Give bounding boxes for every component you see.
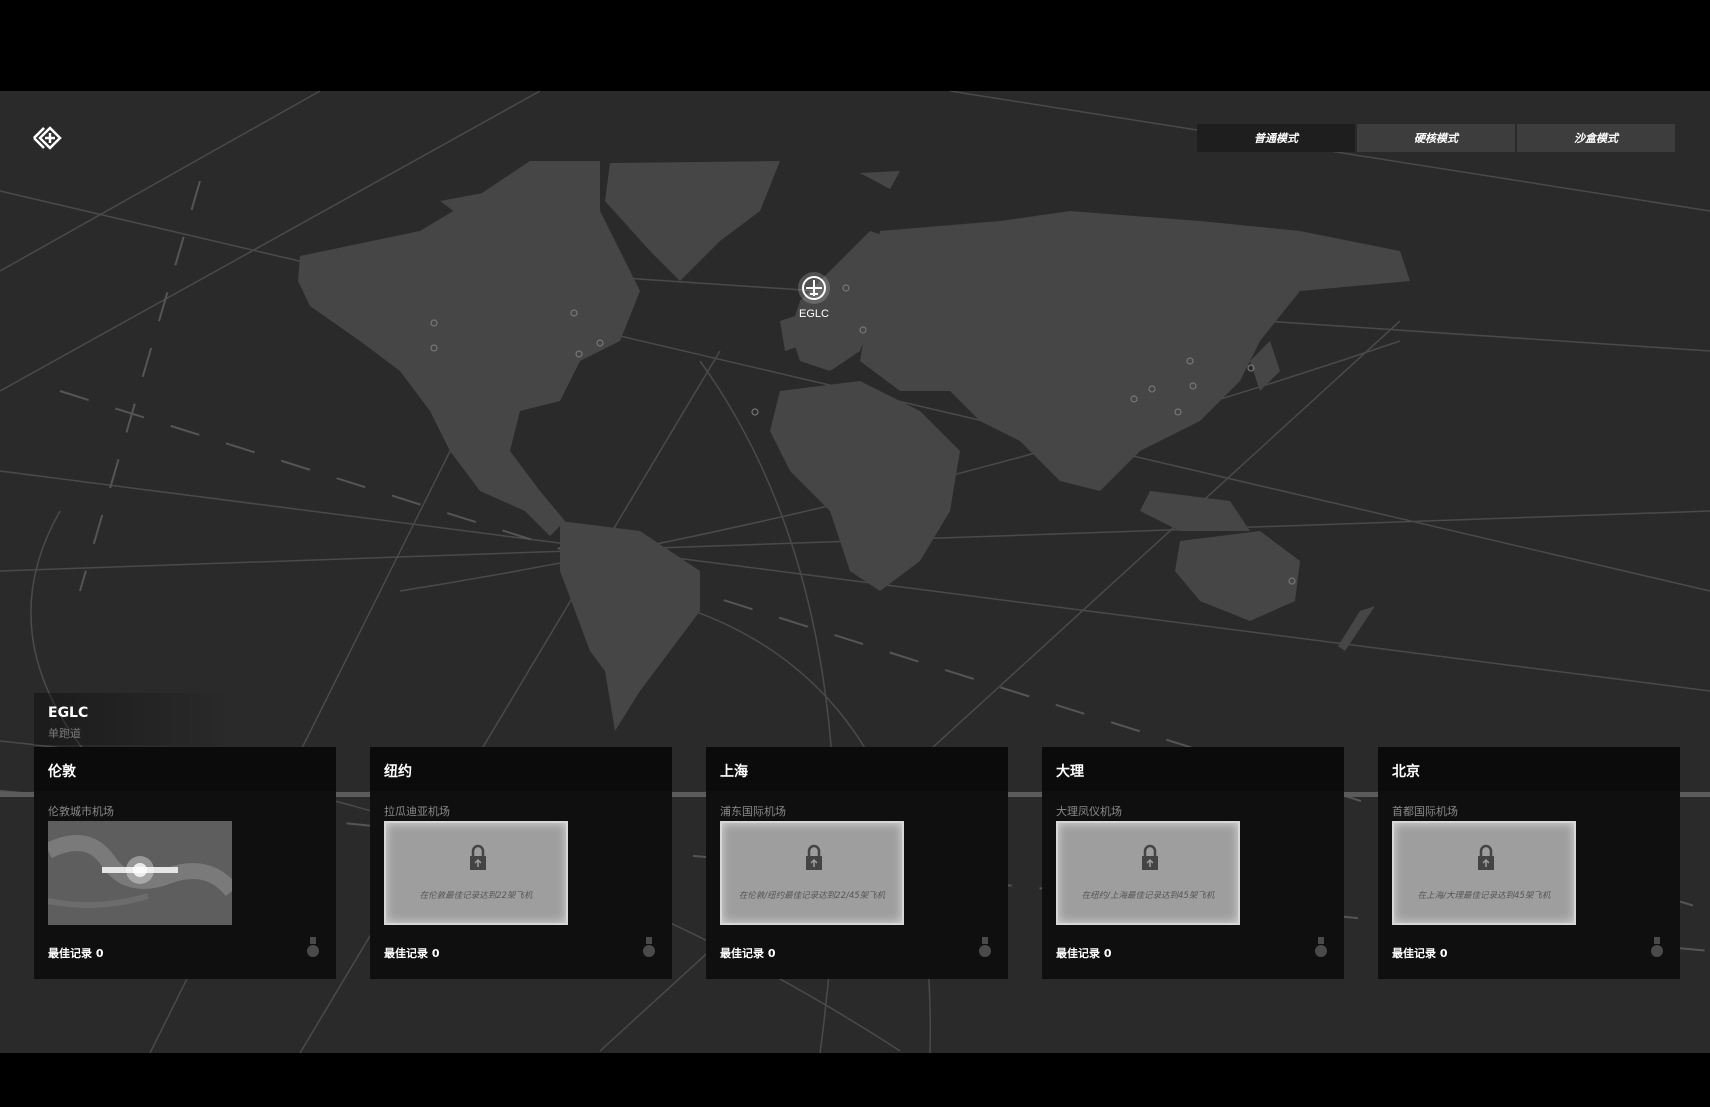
landmass-australia [1175, 531, 1300, 621]
mode-hardcore-button[interactable]: 硬核模式 [1357, 124, 1515, 152]
landmass-greenland [605, 161, 780, 281]
best-record: 最佳记录 0 [1056, 947, 1112, 960]
selected-airport-runways: 单跑道 [48, 727, 81, 740]
unlock-requirement: 在伦敦/纽约最佳记录达到22/45架飞机 [738, 891, 886, 901]
mode-selector: 普通模式 硬核模式 沙盒模式 [1197, 124, 1675, 152]
locked-thumbnail: 在上海/大理最佳记录达到45架飞机 [1392, 821, 1576, 925]
landmass-south-america [560, 521, 700, 731]
card-header: 纽约 [370, 747, 672, 791]
card-header: 上海 [706, 747, 1008, 791]
card-header: 大理 [1042, 747, 1344, 791]
selected-airport-info: EGLC 单跑道 [34, 693, 234, 745]
locked-thumbnail: 在伦敦最佳记录达到22架飞机 [384, 821, 568, 925]
best-record: 最佳记录 0 [1392, 947, 1448, 960]
card-airport-name: 拉瓜迪亚机场 [384, 805, 450, 818]
airport-card-beijing[interactable]: 北京 首都国际机场 在上海/大理最佳记录达到45架飞机 最佳记录 0 [1378, 747, 1680, 979]
card-city-name: 上海 [720, 764, 748, 780]
best-record: 最佳记录 0 [384, 947, 440, 960]
best-record: 最佳记录 0 [48, 947, 104, 960]
airport-card-new-york[interactable]: 纽约 拉瓜迪亚机场 在伦敦最佳记录达到22架飞机 最佳记录 0 [370, 747, 672, 979]
landmass-africa [770, 381, 960, 591]
medal-icon [979, 937, 991, 957]
landmass-north-america [298, 161, 640, 536]
airport-map-thumbnail [48, 821, 232, 925]
lock-icon [1478, 844, 1494, 870]
card-airport-name: 首都国际机场 [1392, 805, 1458, 818]
medal-icon [307, 937, 319, 957]
landmass-indonesia [1140, 491, 1250, 531]
lock-icon [470, 844, 486, 870]
airport-card-london[interactable]: 伦敦 伦敦城市机场 最佳记录 0 [34, 747, 336, 979]
card-header: 伦敦 [34, 747, 336, 791]
landmass-new-zealand [1338, 606, 1375, 651]
card-header: 北京 [1378, 747, 1680, 791]
unlock-requirement: 在上海/大理最佳记录达到45架飞机 [1417, 891, 1551, 901]
card-city-name: 伦敦 [48, 764, 76, 780]
card-airport-name: 浦东国际机场 [720, 805, 786, 818]
card-city-name: 北京 [1392, 764, 1420, 780]
marker-label: EGLC [799, 308, 829, 320]
locked-thumbnail: 在伦敦/纽约最佳记录达到22/45架飞机 [720, 821, 904, 925]
best-record: 最佳记录 0 [720, 947, 776, 960]
locked-thumbnail: 在纽约/上海最佳记录达到45架飞机 [1056, 821, 1240, 925]
unlock-requirement: 在伦敦最佳记录达到22架飞机 [419, 891, 533, 901]
letterbox-bottom [0, 1053, 1710, 1107]
selected-airport-marker[interactable] [798, 272, 830, 304]
medal-icon [643, 937, 655, 957]
mode-sandbox-button[interactable]: 沙盒模式 [1517, 124, 1675, 152]
game-logo-icon[interactable] [32, 123, 72, 153]
lock-icon [806, 844, 822, 870]
selected-airport-code: EGLC [48, 705, 89, 721]
unlock-requirement: 在纽约/上海最佳记录达到45架飞机 [1081, 891, 1215, 901]
medal-icon [1315, 937, 1327, 957]
airport-card-shanghai[interactable]: 上海 浦东国际机场 在伦敦/纽约最佳记录达到22/45架飞机 最佳记录 0 [706, 747, 1008, 979]
airport-card-dali[interactable]: 大理 大理凤仪机场 在纽约/上海最佳记录达到45架飞机 最佳记录 0 [1042, 747, 1344, 979]
card-airport-name: 大理凤仪机场 [1056, 805, 1122, 818]
card-city-name: 纽约 [384, 764, 412, 780]
card-city-name: 大理 [1056, 764, 1084, 780]
card-airport-name: 伦敦城市机场 [48, 805, 114, 818]
letterbox-top [0, 0, 1710, 91]
mode-normal-button[interactable]: 普通模式 [1197, 124, 1355, 152]
lock-icon [1142, 844, 1158, 870]
medal-icon [1651, 937, 1663, 957]
game-stage: EGLC 普通模式 硬核模式 沙盒模式 EGLC 单跑道 伦敦 伦敦城市机场 最… [0, 91, 1710, 1053]
